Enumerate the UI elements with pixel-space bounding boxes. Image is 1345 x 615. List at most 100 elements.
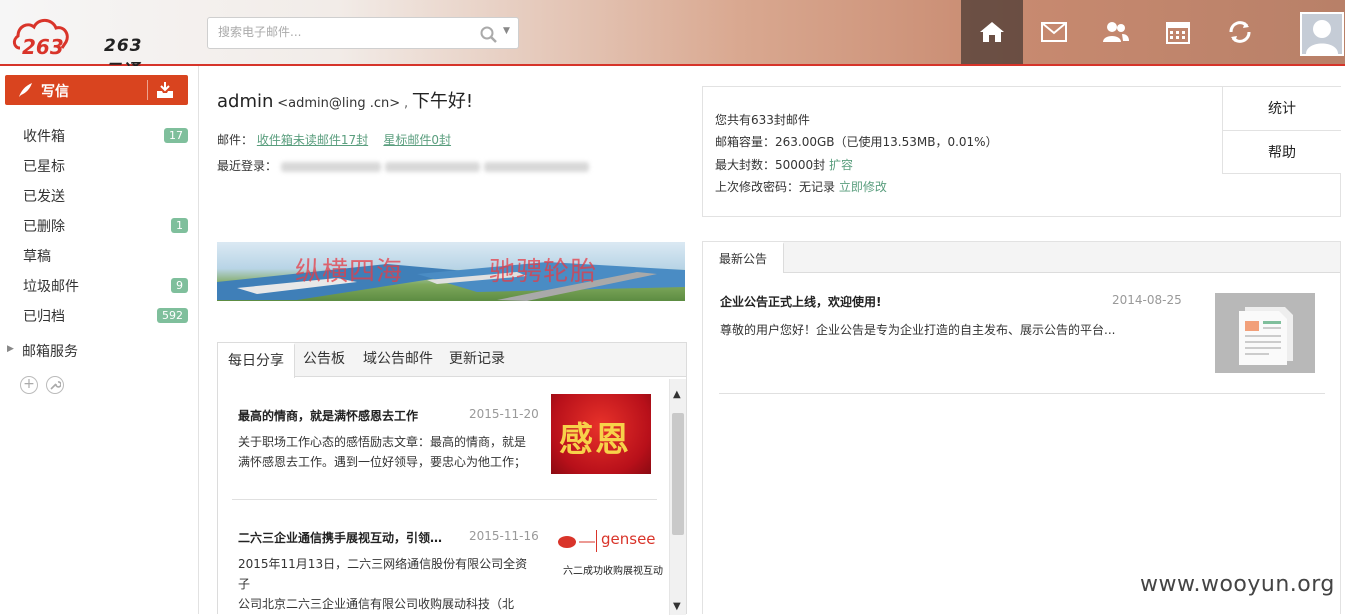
compose-button[interactable]: 写信	[5, 75, 188, 105]
account-info-panel: 您共有633封邮件 邮箱容量：263.00GB（已使用13.53MB，0.01%…	[702, 86, 1341, 217]
news-date: 2015-11-16	[469, 529, 539, 543]
user-name: admin	[217, 91, 274, 112]
news-summary: 2015年11月13日，二六三网络通信股份有限公司全资子 公司北京二六三企业通信…	[238, 554, 533, 614]
home-icon	[980, 22, 1004, 42]
scroll-thumb[interactable]	[672, 413, 684, 535]
help-button[interactable]: 帮助	[1222, 130, 1341, 174]
notice-panel: 最新公告 企业公告正式上线，欢迎使用! 2014-08-25 尊敬的用户您好！企…	[702, 241, 1341, 614]
folder-inbox[interactable]: 收件箱 17	[0, 120, 198, 150]
redacted-text	[483, 161, 589, 172]
mail-icon	[1041, 22, 1067, 42]
document-icon	[1239, 307, 1293, 365]
notice-title[interactable]: 企业公告正式上线，欢迎使用!	[720, 293, 881, 310]
stats-button[interactable]: 统计	[1222, 87, 1341, 131]
chevron-down-icon[interactable]: ▼	[503, 26, 510, 36]
storage-capacity: 邮箱容量：263.00GB（已使用13.53MB，0.01%）	[715, 135, 998, 149]
max-mail-label: 最大封数：50000封	[715, 158, 826, 172]
calendar-icon	[1166, 22, 1190, 44]
greeting-line: admin <admin@ling .cn> , 下午好!	[217, 87, 473, 113]
chevron-right-icon: ▶	[7, 344, 14, 354]
svg-text:263: 263	[22, 35, 64, 59]
starred-mail-link[interactable]: 星标邮件0封	[383, 133, 451, 147]
scroll-down-icon[interactable]: ▼	[673, 601, 681, 612]
folder-drafts[interactable]: 草稿	[0, 240, 198, 270]
nav-home-button[interactable]	[961, 0, 1023, 64]
notice-thumbnail[interactable]	[1215, 293, 1315, 373]
count-badge: 592	[157, 308, 188, 323]
daily-share-panel: 每日分享 公告板 域公告邮件 更新记录 最高的情商，就是满怀感恩去工作 2015…	[217, 342, 687, 615]
panel-tabs: 每日分享 公告板 域公告邮件 更新记录	[218, 343, 686, 378]
news-summary-line: 2015年11月13日，二六三网络通信股份有限公司全资子	[238, 557, 528, 591]
avatar[interactable]	[1300, 12, 1344, 56]
divider	[232, 499, 657, 500]
last-login-label: 最近登录：	[217, 159, 278, 173]
divider	[719, 393, 1325, 394]
notice-summary: 尊敬的用户您好！企业公告是专为企业打造的自主发布、展示公告的平台...	[720, 323, 1116, 337]
scroll-up-icon[interactable]: ▲	[673, 389, 681, 400]
mail-summary: 邮件： 收件箱未读邮件17封 星标邮件0封	[217, 131, 451, 148]
folder-label: 已发送	[23, 189, 65, 205]
promo-banner[interactable]: 纵横四海 驰骋轮胎	[217, 242, 685, 301]
news-title[interactable]: 最高的情商，就是满怀感恩去工作	[238, 407, 453, 424]
folder-label: 垃圾邮件	[23, 279, 79, 295]
tab-bulletin[interactable]: 公告板	[293, 343, 355, 377]
folder-archived[interactable]: 已归档 592	[0, 300, 198, 330]
folder-label: 已归档	[23, 309, 65, 325]
feather-pen-icon	[19, 83, 32, 97]
folder-label: 收件箱	[23, 129, 65, 145]
greeting-text: 下午好!	[411, 91, 474, 112]
search-icon[interactable]	[480, 26, 498, 44]
inbox-receive-icon[interactable]	[156, 81, 174, 99]
folder-starred[interactable]: 已星标	[0, 150, 198, 180]
tab-domain-notice[interactable]: 域公告邮件	[353, 343, 443, 377]
search-input[interactable]	[218, 25, 468, 39]
search-box[interactable]: ▼	[207, 17, 519, 49]
news-title[interactable]: 二六三企业通信携手展视互动，引领…	[238, 529, 453, 546]
news-summary: 关于职场工作心态的感悟励志文章：最高的情商，就是 满怀感恩去工作。遇到一位好领导…	[238, 432, 533, 472]
total-mail-count: 您共有633封邮件	[715, 113, 810, 127]
last-login: 最近登录：	[217, 157, 589, 174]
folder-sent[interactable]: 已发送	[0, 180, 198, 210]
logo[interactable]: 263 263云通信	[12, 12, 157, 106]
news-thumbnail[interactable]: 感恩	[551, 394, 651, 474]
sidebar: 写信 收件箱 17 已星标 已发送 已删除 1 草稿 垃圾邮件 9 已归档 59…	[0, 66, 199, 614]
notice-tabs: 最新公告	[703, 242, 1340, 273]
change-password-link[interactable]: 立即修改	[839, 180, 887, 194]
nav-mail-button[interactable]	[1023, 0, 1085, 64]
263-logo-icon	[558, 536, 595, 548]
compose-label: 写信	[41, 84, 69, 100]
contacts-icon	[1103, 22, 1129, 42]
partner-brand: gensee	[601, 530, 656, 548]
count-badge: 1	[171, 218, 188, 233]
scrollbar[interactable]: ▲ ▼	[669, 379, 686, 615]
wrench-icon[interactable]	[46, 376, 64, 394]
mailbox-service-toggle[interactable]: ▶ 邮箱服务	[0, 335, 198, 365]
folder-spam[interactable]: 垃圾邮件 9	[0, 270, 198, 300]
add-icon[interactable]: +	[20, 376, 38, 394]
count-badge: 9	[171, 278, 188, 293]
tab-daily-share[interactable]: 每日分享	[218, 343, 295, 378]
nav-calendar-button[interactable]	[1147, 0, 1209, 64]
compose-divider	[147, 80, 148, 100]
tab-latest-notice[interactable]: 最新公告	[703, 242, 784, 273]
nav-contacts-button[interactable]	[1085, 0, 1147, 64]
factory-aerial-image	[217, 262, 685, 301]
news-summary-line: 满怀感恩去工作。遇到一位好领导，要忠心为他工作；	[238, 455, 527, 469]
expand-capacity-link[interactable]: 扩容	[829, 158, 853, 172]
unread-count-badge: 17	[164, 128, 188, 143]
redacted-text	[384, 161, 480, 172]
nav-sync-button[interactable]	[1209, 0, 1271, 64]
unread-mail-link[interactable]: 收件箱未读邮件17封	[257, 133, 368, 147]
folder-label: 已星标	[23, 159, 65, 175]
redacted-text	[280, 161, 381, 172]
notice-date: 2014-08-25	[1112, 293, 1182, 307]
divider	[596, 530, 597, 552]
folder-deleted[interactable]: 已删除 1	[0, 210, 198, 240]
password-row: 上次修改密码：无记录 立即修改	[715, 178, 887, 195]
news-thumbnail[interactable]: gensee 六二成功收购展视互动	[551, 516, 663, 596]
thumbnail-caption: 六二成功收购展视互动	[563, 566, 663, 577]
banner-slogan-2: 驰骋轮胎	[489, 257, 598, 287]
user-email: <admin@ling .cn>	[277, 96, 401, 111]
tab-changelog[interactable]: 更新记录	[439, 343, 515, 377]
separator: ,	[403, 96, 409, 111]
